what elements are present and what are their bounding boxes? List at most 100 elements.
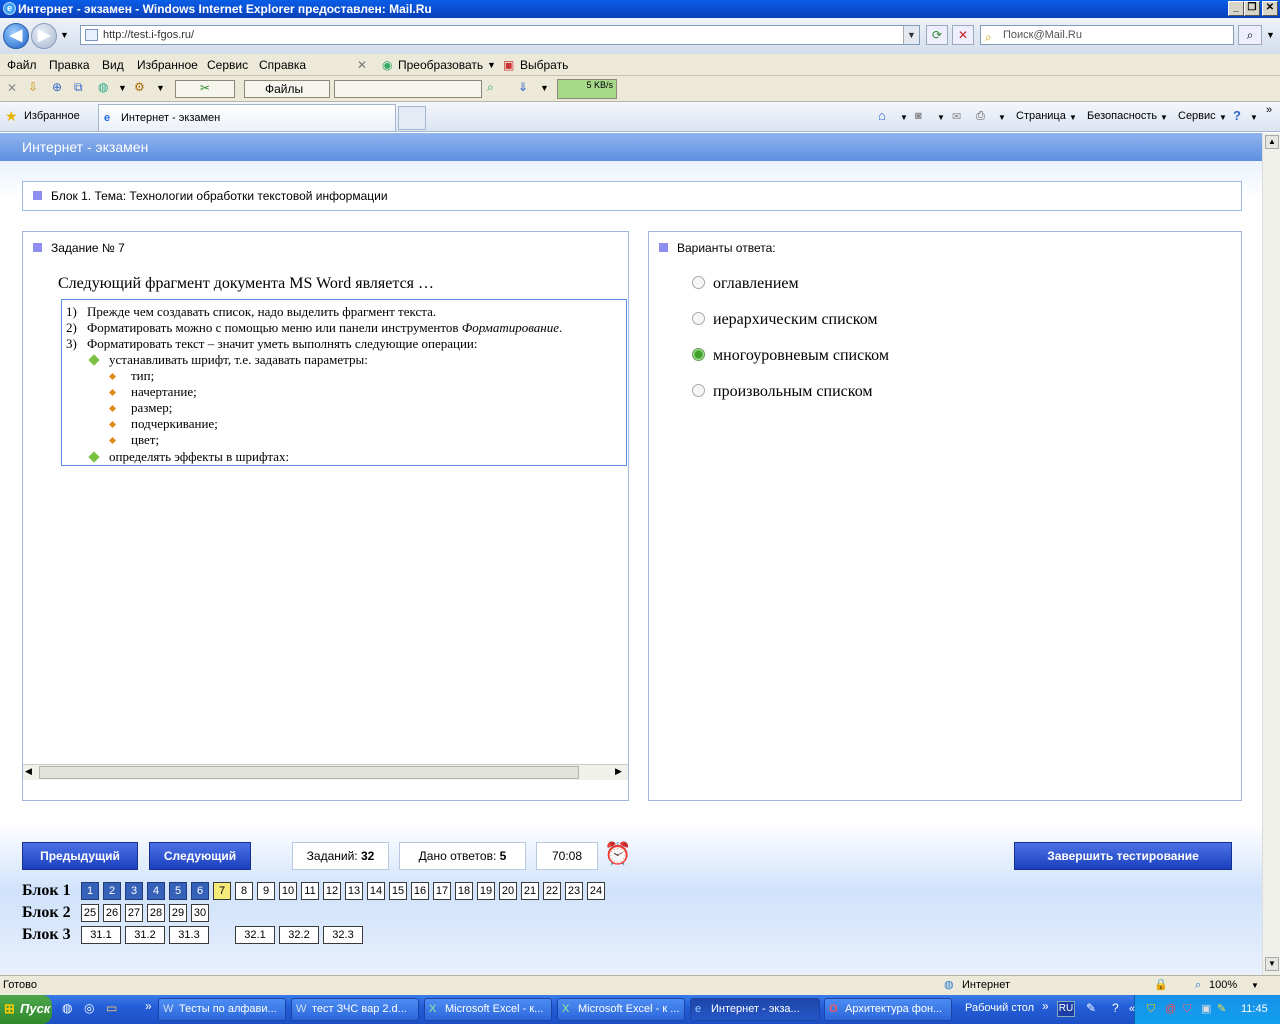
print-dropdown-icon[interactable]: ▼ xyxy=(998,113,1006,122)
files-dropdown[interactable]: Файлы xyxy=(244,80,330,98)
plugin-dropdown-icon[interactable]: ▼ xyxy=(156,83,165,93)
next-button[interactable]: Следующий xyxy=(149,842,251,870)
start-button[interactable]: ⊞ Пуск xyxy=(0,995,52,1024)
question-number-button[interactable]: 20 xyxy=(499,882,517,900)
address-bar[interactable]: http://test.i-fgos.ru/ ▼ xyxy=(80,25,920,45)
favorites-label[interactable]: Избранное xyxy=(24,110,80,122)
back-button[interactable]: ◀ xyxy=(3,23,29,49)
question-number-button[interactable]: 25 xyxy=(81,904,99,922)
forward-button[interactable]: ▶ xyxy=(31,23,57,49)
taskbar-item-word-2[interactable]: Wтест ЗЧС вар 2.d... xyxy=(291,998,419,1021)
taskbar-item-word-1[interactable]: W Тесты по алфави... xyxy=(158,998,286,1021)
minimize-button[interactable]: _ xyxy=(1228,1,1244,16)
home-icon[interactable]: ⌂ xyxy=(878,108,886,123)
question-number-button[interactable]: 14 xyxy=(367,882,385,900)
question-number-button[interactable]: 11 xyxy=(301,882,319,900)
maximize-button[interactable]: ❐ xyxy=(1244,1,1260,16)
question-number-button[interactable]: 22 xyxy=(543,882,561,900)
toolbar-combo[interactable] xyxy=(334,80,482,98)
question-number-button[interactable]: 31.1 xyxy=(81,926,121,944)
question-number-button[interactable]: 1 xyxy=(81,882,99,900)
question-number-button[interactable]: 21 xyxy=(521,882,539,900)
quicklaunch-browser-icon[interactable]: ◎ xyxy=(84,1001,94,1015)
taskbar-item-ie-active[interactable]: e Интернет - экза... xyxy=(690,998,820,1021)
answer-option[interactable]: оглавлением xyxy=(692,275,799,293)
question-number-button[interactable]: 32.2 xyxy=(279,926,319,944)
radio-button[interactable] xyxy=(692,312,705,325)
home-dropdown-icon[interactable]: ▼ xyxy=(900,113,908,122)
safety-menu[interactable]: Безопасность xyxy=(1087,110,1157,122)
mailru-agent-icon[interactable]: @ xyxy=(1165,995,1176,1024)
question-number-button[interactable]: 9 xyxy=(257,882,275,900)
question-number-button[interactable]: 18 xyxy=(455,882,473,900)
menu-tools[interactable]: Сервис xyxy=(207,58,248,72)
menu-favorites[interactable]: Избранное xyxy=(137,58,198,72)
question-number-button[interactable]: 5 xyxy=(169,882,187,900)
finish-test-button[interactable]: Завершить тестирование xyxy=(1014,842,1232,870)
page-menu[interactable]: Страница xyxy=(1016,110,1066,122)
address-dropdown-icon[interactable]: ▼ xyxy=(903,26,919,44)
question-number-button[interactable]: 27 xyxy=(125,904,143,922)
question-number-button[interactable]: 28 xyxy=(147,904,165,922)
quicklaunch-ie-icon[interactable]: ◍ xyxy=(62,1001,72,1015)
help-dropdown-icon[interactable]: ▼ xyxy=(1250,113,1258,122)
find-icon[interactable]: ⌕ xyxy=(487,80,494,95)
scroll-up-icon[interactable]: ▲ xyxy=(1265,135,1279,149)
question-number-button[interactable]: 7 xyxy=(213,882,231,900)
taskbar-item-excel-2[interactable]: X Microsoft Excel - к ... xyxy=(557,998,685,1021)
scroll-thumb[interactable] xyxy=(39,766,579,779)
question-number-button[interactable]: 17 xyxy=(433,882,451,900)
question-number-button[interactable]: 32.3 xyxy=(323,926,363,944)
feeds-icon[interactable]: ◙ xyxy=(915,110,922,122)
question-number-button[interactable]: 10 xyxy=(279,882,297,900)
favorites-star-icon[interactable]: ★ xyxy=(5,108,18,125)
question-number-button[interactable]: 8 xyxy=(235,882,253,900)
antivirus-icon[interactable]: ⛉ xyxy=(1183,995,1191,1024)
globe-icon[interactable]: ◍ xyxy=(98,80,108,94)
help-tray-icon[interactable]: ? xyxy=(1112,1001,1119,1015)
save-icon[interactable]: ⇓ xyxy=(518,80,528,94)
taskbar-item-excel-1[interactable]: X Microsoft Excel - к... xyxy=(424,998,552,1021)
refresh-icon[interactable]: ⟳ xyxy=(926,25,948,45)
zoom-level[interactable]: 100% xyxy=(1209,976,1237,995)
question-number-button[interactable]: 26 xyxy=(103,904,121,922)
plugin-icon[interactable]: ⚙ xyxy=(134,80,145,94)
new-tab-button[interactable] xyxy=(398,106,426,130)
vertical-scrollbar[interactable]: ▲ ▼ xyxy=(1262,133,1280,975)
scroll-right-icon[interactable]: ▶ xyxy=(615,766,622,777)
quicklaunch-overflow-icon[interactable]: » xyxy=(145,999,152,1013)
feeds-dropdown-icon[interactable]: ▼ xyxy=(937,113,945,122)
network-icon[interactable]: ▣ xyxy=(1201,995,1211,1024)
desktop-overflow-icon[interactable]: » xyxy=(1042,999,1049,1013)
convert-dropdown-icon[interactable]: ▼ xyxy=(487,60,496,70)
question-number-button[interactable]: 16 xyxy=(411,882,429,900)
answer-option[interactable]: иерархическим списком xyxy=(692,311,878,329)
menu-file[interactable]: Файл xyxy=(7,58,37,72)
clock[interactable]: 11:45 xyxy=(1241,995,1268,1024)
history-dropdown-icon[interactable]: ▼ xyxy=(60,30,69,40)
close-toolbar-icon[interactable]: ✕ xyxy=(357,58,367,72)
question-number-button[interactable]: 2 xyxy=(103,882,121,900)
scroll-down-icon[interactable]: ▼ xyxy=(1265,957,1279,971)
question-number-button[interactable]: 15 xyxy=(389,882,407,900)
zoom-dropdown-icon[interactable]: ▼ xyxy=(1251,976,1259,995)
stop-icon[interactable]: ✕ xyxy=(952,25,974,45)
desktop-toolbar[interactable]: Рабочий стол xyxy=(965,1002,1034,1014)
previous-button[interactable]: Предыдущий xyxy=(22,842,138,870)
menu-help[interactable]: Справка xyxy=(259,58,306,72)
taskbar-item-opera[interactable]: O Архитектура фон... xyxy=(824,998,952,1021)
scroll-left-icon[interactable]: ◀ xyxy=(25,766,32,777)
tab-exam[interactable]: e Интернет - экзамен xyxy=(98,104,396,131)
protected-mode-icon[interactable]: 🔒 xyxy=(1154,976,1168,995)
question-number-button[interactable]: 32.1 xyxy=(235,926,275,944)
question-number-button[interactable]: 6 xyxy=(191,882,209,900)
menu-view[interactable]: Вид xyxy=(102,58,124,72)
search-go-icon[interactable]: ⌕ xyxy=(1238,25,1262,45)
question-number-button[interactable]: 4 xyxy=(147,882,165,900)
answer-option[interactable]: произвольным списком xyxy=(692,383,873,401)
search-options-icon[interactable]: ▼ xyxy=(1266,30,1275,40)
tool-icon[interactable]: ✎ xyxy=(1086,1001,1096,1015)
close-button[interactable]: ✕ xyxy=(1262,1,1278,16)
radio-button[interactable] xyxy=(692,384,705,397)
question-number-button[interactable]: 3 xyxy=(125,882,143,900)
